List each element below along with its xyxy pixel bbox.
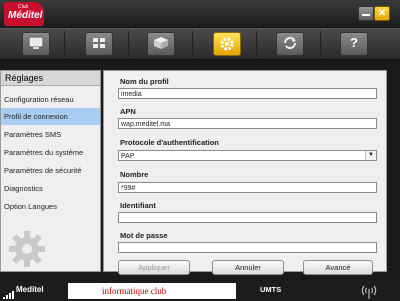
sidebar-item-diagnostics[interactable]: Diagnostics bbox=[1, 180, 100, 197]
gear-icon-button[interactable] bbox=[213, 32, 241, 56]
logo-brand-text: Méditel bbox=[8, 10, 43, 21]
password-label: Mot de passe bbox=[120, 231, 168, 240]
main-toolbar: ? bbox=[0, 28, 400, 60]
profile-name-field[interactable]: imedia bbox=[118, 88, 377, 99]
apps-icon-button[interactable] bbox=[85, 32, 113, 56]
sidebar-item-security-settings[interactable]: Paramètres de sécurité bbox=[1, 162, 100, 179]
close-button[interactable]: ✕ bbox=[374, 6, 390, 21]
connection-profile-form: Nom du profil imedia APN wap.meditel.ma … bbox=[103, 70, 387, 275]
ad-banner[interactable]: informatique club bbox=[68, 283, 236, 299]
gear-icon bbox=[9, 231, 45, 267]
chevron-down-icon[interactable]: ▼ bbox=[365, 151, 376, 160]
sidebar-item-network-config[interactable]: Configuration réseau bbox=[1, 91, 100, 108]
signal-strength-icon bbox=[3, 291, 14, 299]
identifier-label: Identifiant bbox=[120, 201, 156, 210]
sidebar-item-sms-settings[interactable]: Paramètres SMS bbox=[1, 126, 100, 143]
app-logo: Club Méditel bbox=[4, 2, 44, 26]
number-label: Nombre bbox=[120, 170, 149, 179]
help-icon-button[interactable]: ? bbox=[340, 32, 368, 56]
sidebar-item-language-option[interactable]: Option Langues bbox=[1, 198, 100, 215]
auth-protocol-select[interactable]: PAP ▼ bbox=[118, 150, 377, 161]
title-bar: Club Méditel ✕ bbox=[0, 0, 400, 28]
apps-icon bbox=[93, 38, 105, 48]
cancel-button[interactable]: Annuler bbox=[212, 260, 284, 275]
minimize-button[interactable] bbox=[358, 6, 374, 21]
antenna-icon bbox=[361, 285, 377, 299]
gear-icon bbox=[220, 37, 234, 51]
sync-icon-button[interactable] bbox=[276, 32, 304, 56]
box-icon-button[interactable] bbox=[147, 32, 175, 56]
identifier-field[interactable] bbox=[118, 212, 377, 223]
settings-sidebar: Réglages Configuration réseau Profil de … bbox=[0, 70, 101, 272]
help-icon: ? bbox=[350, 35, 358, 50]
sidebar-item-system-settings[interactable]: Paramètres du système bbox=[1, 144, 100, 161]
minimize-icon bbox=[362, 14, 370, 16]
apn-label: APN bbox=[120, 107, 136, 116]
auth-protocol-value: PAP bbox=[121, 153, 135, 160]
apply-button[interactable]: Appliquer bbox=[118, 260, 190, 275]
carrier-name: Meditel bbox=[16, 285, 44, 294]
network-type: UMTS bbox=[260, 285, 282, 294]
screen-icon-button[interactable] bbox=[22, 32, 50, 56]
profile-name-label: Nom du profil bbox=[120, 77, 169, 86]
apn-field[interactable]: wap.meditel.ma bbox=[118, 118, 377, 129]
number-field[interactable]: *99# bbox=[118, 182, 377, 193]
sidebar-item-connection-profile[interactable]: Profil de connexion bbox=[1, 108, 100, 125]
advanced-button[interactable]: Avancé bbox=[303, 260, 373, 275]
auth-protocol-label: Protocole d'authentification bbox=[120, 138, 219, 147]
sync-icon bbox=[284, 37, 296, 49]
screen-icon bbox=[28, 36, 44, 49]
password-field[interactable] bbox=[118, 242, 377, 253]
box-icon bbox=[154, 37, 168, 49]
sidebar-title: Réglages bbox=[1, 71, 100, 86]
